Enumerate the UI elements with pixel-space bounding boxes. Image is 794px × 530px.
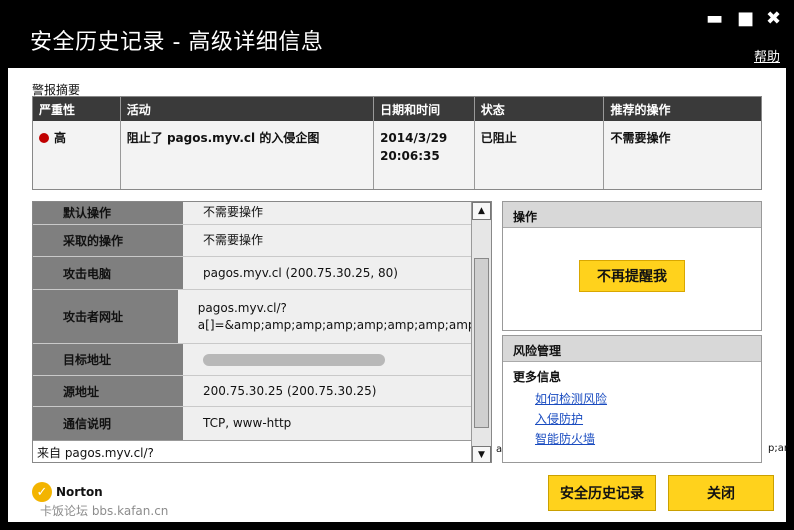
scroll-up-icon[interactable]: ▲: [472, 202, 491, 220]
detail-row: 通信说明 TCP, www-http: [33, 407, 491, 441]
dont-remind-button[interactable]: 不再提醒我: [579, 260, 685, 292]
maximize-icon[interactable]: ■: [737, 8, 754, 29]
detail-row: 采取的操作 不需要操作: [33, 225, 491, 257]
detect-risk-link[interactable]: 如何检测风险: [503, 390, 761, 407]
detail-row: 源地址 200.75.30.25 (200.75.30.25): [33, 376, 491, 407]
header-status: 状态: [475, 97, 605, 121]
scroll-thumb[interactable]: [474, 258, 489, 428]
time-value: 20:06:35: [380, 149, 440, 163]
detail-value: pagos.myv.cl/? a[]=&amp;amp;amp;amp;amp;…: [177, 290, 491, 343]
header-recommendation: 推荐的操作: [610, 103, 671, 117]
detail-key: 目标地址: [33, 344, 183, 375]
header-activity: 活动: [121, 97, 375, 121]
alert-summary-table: 严重性 活动 日期和时间 状态 推荐的操作 高 阻止了 pagos.myv.cl…: [32, 96, 762, 190]
watermark: 卡饭论坛 bbs.kafan.cn: [40, 504, 169, 518]
detail-value: 200.75.30.25 (200.75.30.25): [183, 376, 491, 406]
header-severity: 严重性: [33, 97, 121, 121]
security-history-button[interactable]: 安全历史记录: [548, 475, 656, 511]
actions-title: 操作: [503, 202, 761, 228]
header-datetime: 日期和时间: [374, 97, 475, 121]
truncated-text: a: [496, 444, 503, 455]
detail-value: pagos.myv.cl (200.75.30.25, 80): [183, 257, 491, 289]
close-button[interactable]: 关闭: [668, 475, 774, 511]
minimize-icon[interactable]: ▬: [706, 8, 723, 29]
actions-box: 操作 不再提醒我: [502, 201, 762, 331]
norton-check-icon: ✓: [32, 482, 52, 502]
severity-high-icon: [39, 133, 49, 143]
detail-row: 默认操作 不需要操作: [33, 202, 491, 225]
detail-key: 攻击者网址: [33, 290, 178, 343]
help-link[interactable]: 帮助: [754, 46, 780, 65]
norton-logo-text: Norton: [56, 485, 103, 499]
detail-key: 通信说明: [33, 407, 183, 440]
date-value: 2014/3/29: [380, 131, 448, 145]
detail-value: 不需要操作: [183, 202, 491, 224]
detail-key: 攻击电脑: [33, 257, 183, 289]
redacted-value: [183, 344, 491, 375]
detail-value: TCP, www-http: [183, 407, 491, 440]
summary-header-row: 严重性 活动 日期和时间 状态 推荐的操作: [33, 97, 761, 121]
window-title: 安全历史记录 - 高级详细信息: [30, 30, 324, 55]
detail-row: 攻击电脑 pagos.myv.cl (200.75.30.25, 80): [33, 257, 491, 290]
activity-cell: 阻止了 pagos.myv.cl 的入侵企图: [121, 121, 375, 189]
severity-value: 高: [54, 131, 67, 145]
main-content: 警报摘要 严重性 活动 日期和时间 状态 推荐的操作 高 阻止了 pagos.m…: [8, 68, 788, 522]
detail-key: 默认操作: [33, 202, 183, 224]
detail-row: 攻击者网址 pagos.myv.cl/? a[]=&amp;amp;amp;am…: [33, 290, 491, 344]
details-panel: 默认操作 不需要操作 采取的操作 不需要操作 攻击电脑 pagos.myv.cl…: [32, 201, 492, 463]
title-bar: 安全历史记录 - 高级详细信息 ▬ ■ ✖ 帮助: [0, 0, 794, 68]
close-icon[interactable]: ✖: [766, 8, 781, 29]
detail-key: 源地址: [33, 376, 183, 406]
vertical-scrollbar[interactable]: ▲ ▼: [471, 202, 491, 462]
severity-cell: 高: [33, 121, 121, 189]
norton-logo: ✓ Norton: [32, 482, 103, 502]
summary-data-row[interactable]: 高 阻止了 pagos.myv.cl 的入侵企图 2014/3/29 20:06…: [33, 121, 761, 189]
detail-value: 不需要操作: [183, 225, 491, 256]
detail-key: 采取的操作: [33, 225, 183, 256]
risk-title: 风险管理: [503, 336, 761, 362]
truncated-text: p;ar: [768, 443, 788, 454]
risk-management-box: 风险管理 更多信息 如何检测风险 入侵防护 智能防火墙: [502, 335, 762, 463]
more-info-label: 更多信息: [513, 370, 562, 384]
status-cell: 已阻止: [475, 121, 605, 189]
datetime-cell: 2014/3/29 20:06:35: [374, 121, 475, 189]
scroll-down-icon[interactable]: ▼: [472, 446, 491, 462]
source-info: 来自 pagos.myv.cl/?: [33, 440, 473, 462]
intrusion-prevention-link[interactable]: 入侵防护: [503, 410, 761, 427]
smart-firewall-link[interactable]: 智能防火墙: [503, 430, 761, 447]
detail-row: 目标地址: [33, 344, 491, 376]
recommendation-cell: 不需要操作: [610, 131, 671, 145]
